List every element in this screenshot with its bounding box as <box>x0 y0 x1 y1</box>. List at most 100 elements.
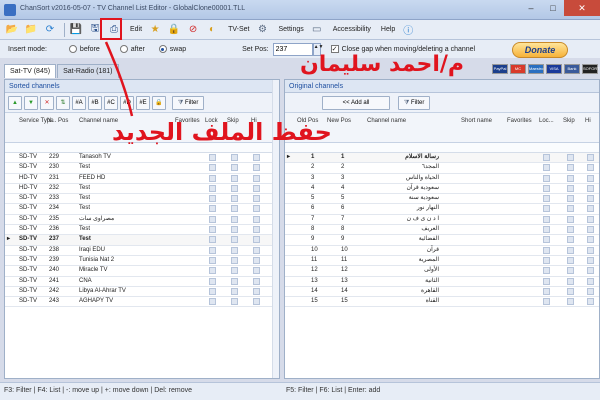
open-icon[interactable]: 📂 <box>4 22 20 38</box>
channel-row[interactable]: 3 3 الحياة والناس <box>285 174 599 184</box>
channel-row[interactable]: SD-TV 238 Iraqi EDU <box>5 246 279 256</box>
menu-settings[interactable]: Settings <box>278 26 303 33</box>
lock-checkbox[interactable] <box>543 267 550 275</box>
lock-checkbox[interactable] <box>209 215 216 223</box>
skip-checkbox[interactable] <box>567 205 574 213</box>
hide-checkbox[interactable] <box>587 256 594 264</box>
lock-checkbox[interactable] <box>209 287 216 295</box>
save-icon[interactable]: 💾 <box>68 22 84 38</box>
menu-help[interactable]: Help <box>381 26 395 33</box>
hide-checkbox[interactable] <box>253 174 260 182</box>
hide-checkbox[interactable] <box>587 298 594 306</box>
info-icon[interactable]: ⓘ <box>400 22 416 38</box>
channel-row[interactable]: 5 5 سعودية سنة <box>285 194 599 205</box>
lock-button[interactable]: 🔒 <box>152 95 166 110</box>
channel-row[interactable]: ▸ 1 1 رسالة الاسلام <box>285 153 599 164</box>
hide-checkbox[interactable] <box>253 154 260 161</box>
tab-sat-tv[interactable]: Sat-TV (845) <box>4 64 57 78</box>
hide-checkbox[interactable] <box>587 215 594 223</box>
channel-row[interactable]: SD-TV 239 Tunisia Nat 2 <box>5 256 279 267</box>
skip-icon[interactable]: ⊘ <box>185 22 201 38</box>
hide-checkbox[interactable] <box>587 164 594 172</box>
skip-checkbox[interactable] <box>567 298 574 306</box>
star-icon[interactable]: ★ <box>147 22 163 38</box>
skip-checkbox[interactable] <box>567 267 574 275</box>
channel-row[interactable]: SD-TV 241 CNA <box>5 277 279 287</box>
minimize-button[interactable]: – <box>520 0 542 16</box>
channel-row[interactable]: SD-TV 242 Libya Al-Ahrar TV <box>5 287 279 298</box>
header-favorites-right[interactable]: Favorites <box>507 117 532 125</box>
right-filter-row[interactable] <box>285 143 599 153</box>
lock-checkbox[interactable] <box>543 277 550 285</box>
channel-row[interactable]: SD-TV 230 Test <box>5 163 279 174</box>
lock-checkbox[interactable] <box>209 195 216 203</box>
skip-checkbox[interactable] <box>567 246 574 254</box>
donate-button[interactable]: Donate <box>512 42 568 58</box>
lock-checkbox[interactable] <box>209 154 216 161</box>
skip-checkbox[interactable] <box>231 154 238 161</box>
radio-before[interactable]: before <box>68 45 100 53</box>
channel-row[interactable]: 10 10 قرآن <box>285 246 599 256</box>
channel-row[interactable]: SD-TV 243 AGHAPY TV <box>5 297 279 308</box>
header-channel-name-right[interactable]: Channel name <box>367 117 406 125</box>
hide-checkbox[interactable] <box>587 287 594 295</box>
hide-checkbox[interactable] <box>253 205 260 213</box>
channel-row[interactable]: 9 9 الفضائية <box>285 235 599 246</box>
skip-checkbox[interactable] <box>231 298 238 306</box>
channel-row[interactable]: SD-TV 235 مصراوى سات <box>5 215 279 226</box>
hide-checkbox[interactable] <box>253 287 260 295</box>
channel-row[interactable]: 15 15 القناة <box>285 297 599 308</box>
channel-row[interactable]: 6 6 النهار نور <box>285 204 599 215</box>
skip-checkbox[interactable] <box>567 287 574 295</box>
lock-checkbox[interactable] <box>209 174 216 182</box>
hide-checkbox[interactable] <box>253 215 260 223</box>
hide-checkbox[interactable] <box>587 205 594 213</box>
lock-checkbox[interactable] <box>543 256 550 264</box>
channel-row[interactable]: SD-TV 236 Test <box>5 225 279 236</box>
skip-checkbox[interactable] <box>231 267 238 275</box>
channel-row[interactable]: HD-TV 231 FEED HD <box>5 174 279 184</box>
hide-checkbox[interactable] <box>253 277 260 285</box>
skip-checkbox[interactable] <box>231 184 238 192</box>
hide-checkbox[interactable] <box>587 184 594 192</box>
hide-icon[interactable]: ◐ <box>204 22 220 38</box>
hide-checkbox[interactable] <box>587 277 594 285</box>
hide-checkbox[interactable] <box>587 236 594 244</box>
skip-checkbox[interactable] <box>231 195 238 203</box>
channel-row[interactable]: SD-TV 234 Test <box>5 204 279 215</box>
channel-row[interactable]: SD-TV 240 Miracle TV <box>5 266 279 277</box>
skip-checkbox[interactable] <box>231 287 238 295</box>
lock-checkbox[interactable] <box>543 246 550 254</box>
skip-checkbox[interactable] <box>231 236 238 244</box>
hide-checkbox[interactable] <box>253 195 260 203</box>
hide-checkbox[interactable] <box>253 256 260 264</box>
lock-checkbox[interactable] <box>543 215 550 223</box>
close-button[interactable]: ✕ <box>564 0 600 16</box>
lock-checkbox[interactable] <box>543 164 550 172</box>
skip-checkbox[interactable] <box>231 246 238 254</box>
channel-row[interactable]: 4 4 سعودية قرآن <box>285 184 599 195</box>
lock-checkbox[interactable] <box>209 226 216 234</box>
skip-checkbox[interactable] <box>567 215 574 223</box>
header-new-pos[interactable]: N... Pos <box>47 117 68 125</box>
lock-checkbox[interactable] <box>209 236 216 244</box>
hide-checkbox[interactable] <box>253 298 260 306</box>
channel-row[interactable]: SD-TV 229 Tanasoh TV <box>5 153 279 164</box>
skip-checkbox[interactable] <box>231 256 238 264</box>
lock-checkbox[interactable] <box>543 174 550 182</box>
lock-icon[interactable]: 🔒 <box>166 22 182 38</box>
channel-row[interactable]: 8 8 العريف <box>285 225 599 236</box>
maximize-button[interactable]: □ <box>542 0 564 16</box>
channel-row[interactable]: ▸ SD-TV 237 Test <box>5 235 279 246</box>
lock-checkbox[interactable] <box>543 236 550 244</box>
skip-checkbox[interactable] <box>567 226 574 234</box>
skip-checkbox[interactable] <box>567 277 574 285</box>
hide-checkbox[interactable] <box>587 226 594 234</box>
lock-checkbox[interactable] <box>543 195 550 203</box>
remove-button[interactable]: ✕ <box>40 95 54 110</box>
lock-checkbox[interactable] <box>209 256 216 264</box>
hide-checkbox[interactable] <box>253 246 260 254</box>
lock-checkbox[interactable] <box>209 164 216 172</box>
accessibility-icon[interactable]: ▭ <box>309 22 325 38</box>
reload-icon[interactable]: ⟳ <box>42 22 58 38</box>
